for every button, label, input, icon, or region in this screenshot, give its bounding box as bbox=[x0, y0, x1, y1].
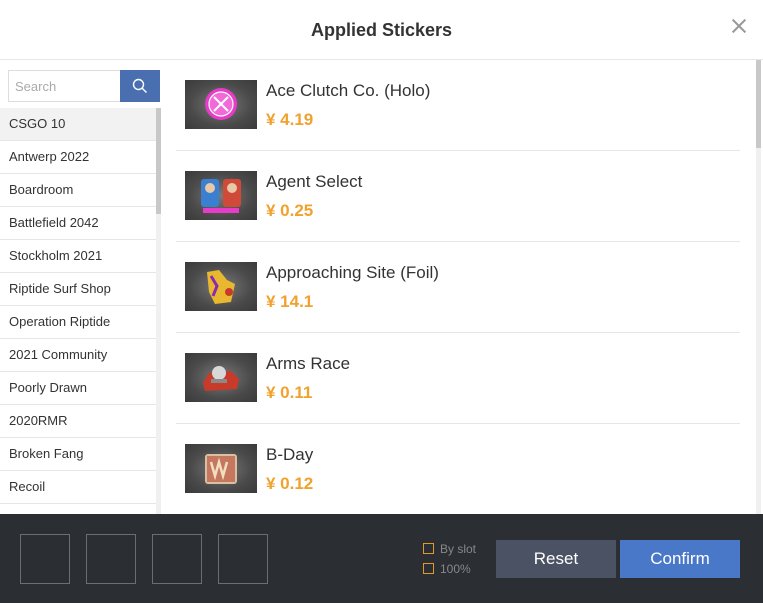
sticker-price: ¥ 0.25 bbox=[266, 201, 314, 220]
by-slot-option[interactable]: By slot bbox=[423, 542, 476, 556]
dialog-header: Applied Stickers bbox=[0, 0, 763, 60]
approaching-site-sticker-icon bbox=[207, 270, 235, 304]
sticker-row[interactable]: Agent Select ¥ 0.25 bbox=[176, 151, 740, 242]
sticker-thumbnail bbox=[185, 262, 257, 311]
sidebar-scrollbar-thumb[interactable] bbox=[156, 108, 161, 214]
category-item-2021-community[interactable]: 2021 Community bbox=[0, 339, 156, 372]
sticker-price: ¥ 4.19 bbox=[266, 110, 314, 129]
sticker-row[interactable]: Arms Race ¥ 0.11 bbox=[176, 333, 740, 424]
sticker-name: Ace Clutch Co. (Holo) bbox=[266, 81, 431, 100]
category-item-antwerp-2022[interactable]: Antwerp 2022 bbox=[0, 141, 156, 174]
close-icon[interactable] bbox=[731, 18, 747, 34]
sticker-name: Approaching Site (Foil) bbox=[266, 263, 439, 282]
by-slot-checkbox[interactable] bbox=[423, 543, 434, 554]
sticker-thumbnail bbox=[185, 80, 257, 129]
sticker-price: ¥ 14.1 bbox=[266, 292, 314, 311]
agent-select-sticker-icon bbox=[201, 179, 241, 213]
category-item-csgo-10[interactable]: CSGO 10 bbox=[0, 108, 156, 141]
percent-checkbox[interactable] bbox=[423, 563, 434, 574]
category-item-riptide-surf-shop[interactable]: Riptide Surf Shop bbox=[0, 273, 156, 306]
sticker-name: Arms Race bbox=[266, 354, 351, 373]
category-item-broken-fang[interactable]: Broken Fang bbox=[0, 438, 156, 471]
dialog-footer: By slot 100% Reset Confirm bbox=[0, 514, 763, 603]
search-input[interactable] bbox=[8, 70, 120, 102]
sticker-name: Agent Select bbox=[266, 172, 363, 191]
search-box bbox=[8, 70, 160, 102]
category-list: CSGO 10 Antwerp 2022 Boardroom Battlefie… bbox=[0, 108, 156, 514]
ace-clutch-sticker-icon bbox=[205, 88, 237, 120]
search-icon bbox=[132, 78, 147, 93]
category-item-recoil[interactable]: Recoil bbox=[0, 471, 156, 504]
sticker-price: ¥ 0.11 bbox=[266, 383, 313, 402]
sticker-slot-3[interactable] bbox=[152, 534, 202, 584]
sticker-slot-1[interactable] bbox=[20, 534, 70, 584]
category-item-boardroom[interactable]: Boardroom bbox=[0, 174, 156, 207]
sticker-row[interactable]: Approaching Site (Foil) ¥ 14.1 bbox=[176, 242, 740, 333]
category-item-operation-riptide[interactable]: Operation Riptide bbox=[0, 306, 156, 339]
sticker-thumbnail bbox=[185, 171, 257, 220]
sticker-price: ¥ 0.12 bbox=[266, 474, 314, 493]
percent-label: 100% bbox=[440, 562, 471, 576]
category-item-stockholm-2021[interactable]: Stockholm 2021 bbox=[0, 240, 156, 273]
reset-button[interactable]: Reset bbox=[496, 540, 616, 578]
confirm-button[interactable]: Confirm bbox=[620, 540, 740, 578]
sticker-thumbnail bbox=[185, 353, 257, 402]
sticker-row[interactable]: B-Day ¥ 0.12 bbox=[176, 424, 740, 514]
sticker-name: B-Day bbox=[266, 445, 314, 464]
percent-option[interactable]: 100% bbox=[423, 562, 471, 576]
sticker-thumbnail bbox=[185, 444, 257, 493]
category-sidebar: CSGO 10 Antwerp 2022 Boardroom Battlefie… bbox=[0, 60, 161, 514]
by-slot-label: By slot bbox=[440, 542, 477, 556]
category-item-battlefield-2042[interactable]: Battlefield 2042 bbox=[0, 207, 156, 240]
category-item-2020rmr[interactable]: 2020RMR bbox=[0, 405, 156, 438]
search-button[interactable] bbox=[120, 70, 160, 102]
category-item-poorly-drawn[interactable]: Poorly Drawn bbox=[0, 372, 156, 405]
dialog-title: Applied Stickers bbox=[310, 20, 453, 40]
sticker-slot-2[interactable] bbox=[86, 534, 136, 584]
list-scrollbar-thumb[interactable] bbox=[756, 60, 761, 148]
applied-stickers-dialog: Applied Stickers CSGO 10 Antwerp 2022 Bo… bbox=[0, 0, 763, 603]
sticker-row[interactable]: Ace Clutch Co. (Holo) ¥ 4.19 bbox=[176, 60, 740, 151]
b-day-sticker-icon bbox=[205, 454, 237, 484]
arms-race-sticker-icon bbox=[203, 366, 239, 391]
sticker-slot-4[interactable] bbox=[218, 534, 268, 584]
sticker-list: Ace Clutch Co. (Holo) ¥ 4.19 Agent Selec… bbox=[168, 60, 756, 514]
